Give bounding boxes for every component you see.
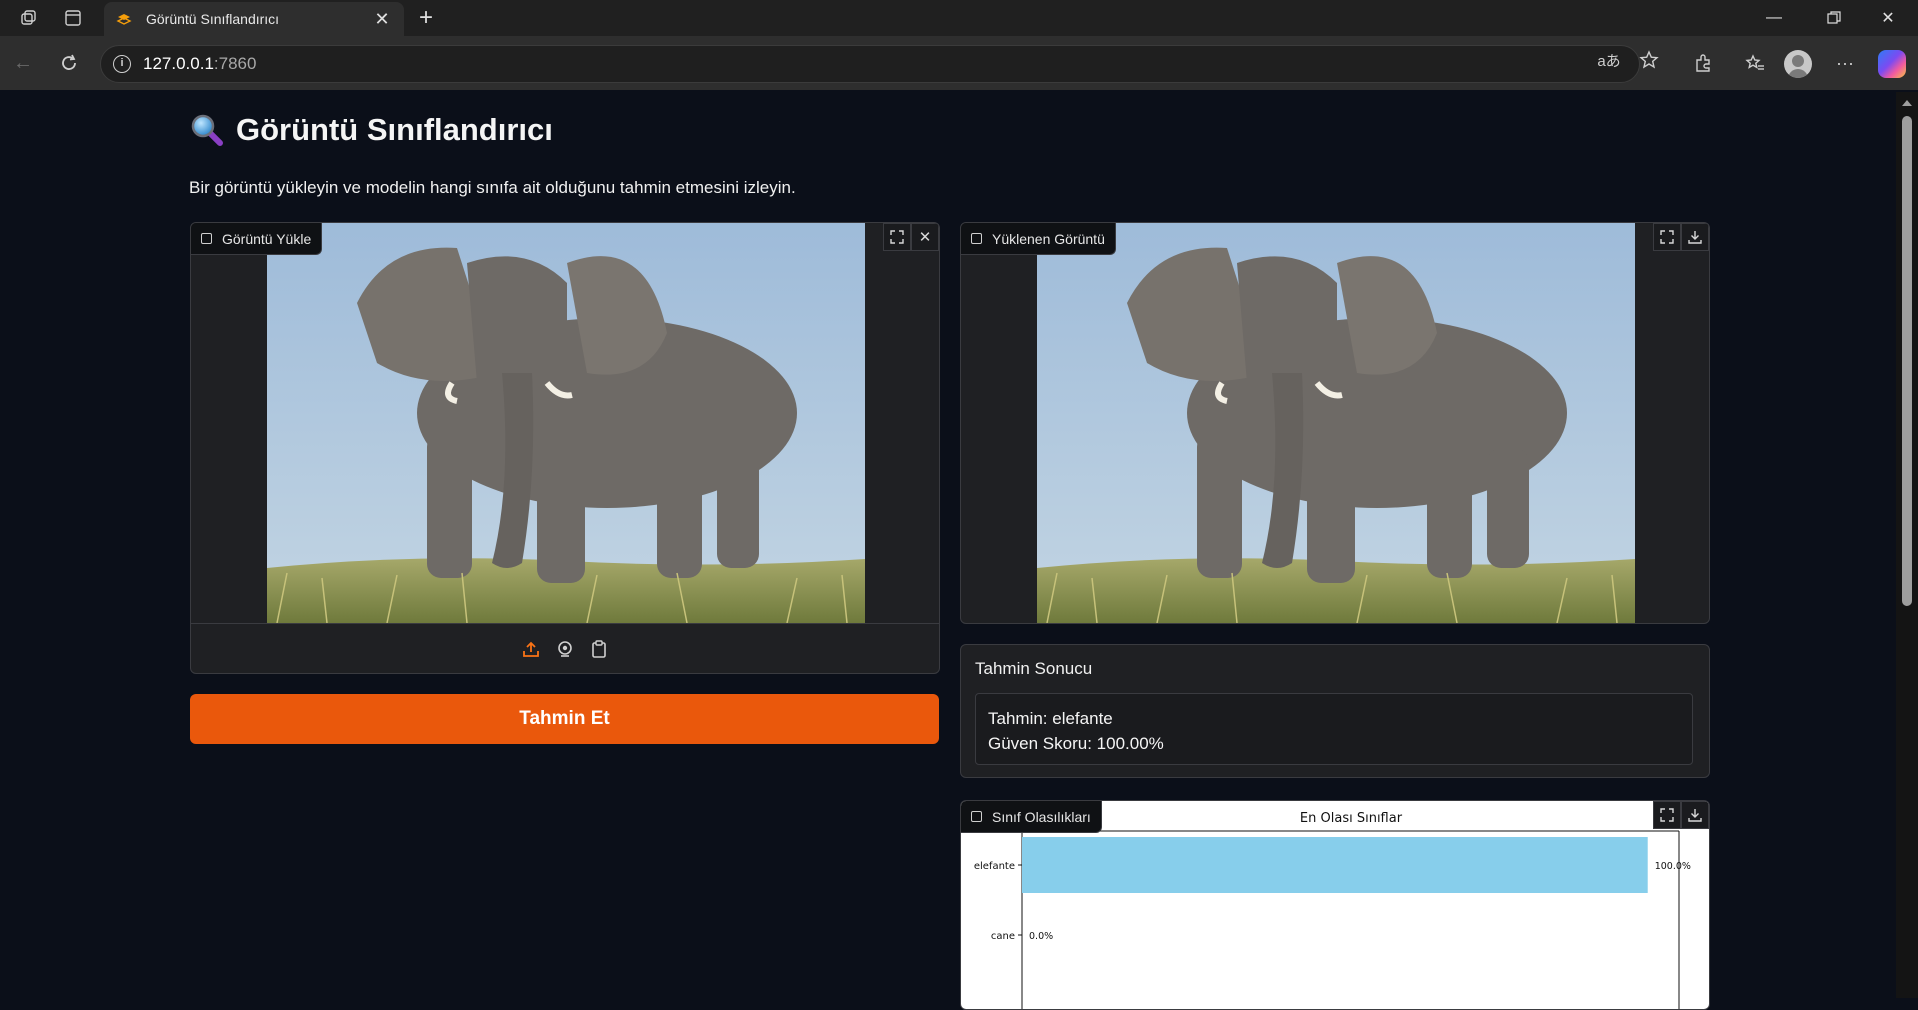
preview-elephant-image (1037, 223, 1635, 623)
tab-close-icon[interactable]: ✕ (372, 9, 392, 30)
download-icon[interactable] (1681, 801, 1709, 829)
vertical-tabs-icon[interactable] (60, 6, 86, 30)
restore-icon[interactable] (1804, 0, 1864, 36)
result-textbox: Tahmin: elefante Güven Skoru: 100.00% (975, 693, 1693, 765)
browser-tab-strip: Görüntü Sınıflandırıcı ✕ + — ✕ (0, 0, 1918, 36)
prediction-line: Tahmin: elefante (988, 709, 1113, 728)
y-tick-label-cane: cane (991, 931, 1015, 942)
confidence-line: Güven Skoru: 100.00% (988, 734, 1164, 753)
profile-avatar[interactable] (1784, 50, 1812, 78)
fullscreen-icon[interactable] (1653, 801, 1681, 829)
fullscreen-icon[interactable] (883, 223, 911, 251)
page-description: Bir görüntü yükleyin ve modelin hangi sı… (189, 178, 796, 197)
image-icon (971, 233, 982, 244)
prediction-result-panel: Tahmin Sonucu Tahmin: elefante Güven Sko… (960, 644, 1710, 778)
image-upload-panel[interactable]: Görüntü Yükle ✕ (190, 222, 940, 674)
class-probabilities-panel: En Olası Sınıflar elefante 100.0% cane 0.0% … (960, 800, 1710, 1010)
page-scrollbar[interactable] (1896, 92, 1918, 998)
window-close-icon[interactable]: ✕ (1858, 0, 1918, 36)
chart-title: En Olası Sınıflar (1300, 811, 1403, 826)
page-title-text: Görüntü Sınıflandırıcı (236, 112, 553, 147)
image-icon (971, 811, 982, 822)
preview-panel-actions (1653, 223, 1709, 253)
image-source-bar (191, 623, 939, 673)
bar-elefante (1022, 837, 1648, 893)
more-menu-icon[interactable]: ··· (1830, 48, 1860, 78)
copilot-icon[interactable] (1878, 50, 1906, 78)
image-icon (201, 233, 212, 244)
webcam-icon[interactable] (555, 639, 575, 659)
upload-panel-label: Görüntü Yükle (191, 223, 323, 255)
scroll-up-arrow-icon[interactable] (1902, 100, 1912, 106)
address-bar[interactable]: i 127.0.0.1:7860 (100, 45, 1640, 83)
result-title: Tahmin Sonucu (975, 659, 1093, 678)
extensions-icon[interactable] (1688, 48, 1718, 78)
page-title: Görüntü Sınıflandırıcı (190, 112, 553, 148)
reload-icon[interactable] (54, 48, 84, 78)
workspaces-icon[interactable] (16, 6, 42, 30)
fullscreen-icon[interactable] (1653, 223, 1681, 251)
clipboard-icon[interactable] (589, 639, 609, 659)
minimize-icon[interactable]: — (1744, 0, 1804, 36)
back-icon[interactable]: ← (8, 48, 38, 78)
read-aloud-icon[interactable]: aあ (1594, 45, 1624, 75)
preview-image-panel: Yüklenen Görüntü (960, 222, 1710, 624)
download-icon[interactable] (1681, 223, 1709, 251)
predict-button[interactable]: Tahmin Et (190, 694, 939, 744)
new-tab-icon[interactable]: + (412, 4, 440, 32)
url-text: 127.0.0.1:7860 (143, 54, 257, 73)
upload-panel-actions: ✕ (883, 223, 939, 253)
value-label-cane: 0.0% (1029, 931, 1053, 942)
uploaded-elephant-image (267, 223, 865, 623)
magnifier-icon (191, 114, 223, 146)
scrollbar-thumb[interactable] (1902, 116, 1912, 606)
y-tick-label-elefante: elefante (974, 861, 1015, 872)
value-label-elefante: 100.0% (1655, 861, 1691, 872)
upload-icon[interactable] (521, 639, 541, 659)
favorite-star-icon[interactable] (1634, 45, 1664, 75)
chart-panel-actions (1653, 801, 1709, 831)
browser-toolbar: ← i 127.0.0.1:7860 aあ ··· (0, 36, 1918, 90)
browser-tab-active[interactable]: Görüntü Sınıflandırıcı ✕ (104, 2, 404, 36)
clear-image-icon[interactable]: ✕ (911, 223, 939, 251)
favorites-icon[interactable] (1740, 48, 1770, 78)
site-info-icon[interactable]: i (113, 55, 131, 73)
gradio-favicon-icon (116, 14, 132, 25)
preview-panel-label: Yüklenen Görüntü (961, 223, 1116, 255)
prob-panel-label: Sınıf Olasılıkları (961, 801, 1102, 833)
tab-title: Görüntü Sınıflandırıcı (146, 11, 280, 27)
